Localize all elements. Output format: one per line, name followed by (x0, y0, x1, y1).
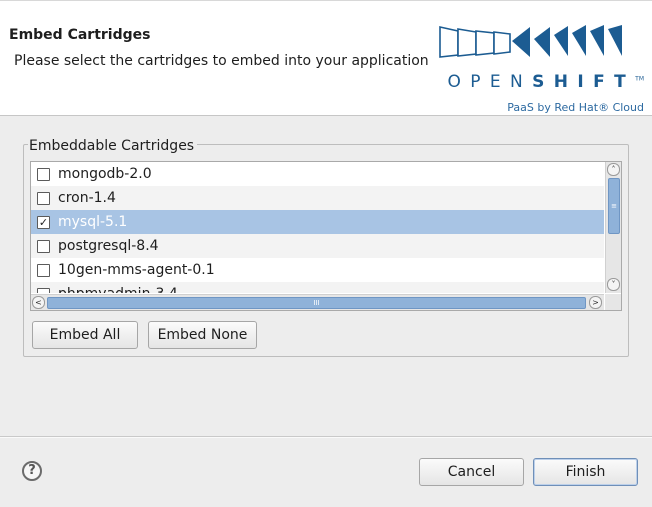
horizontal-scroll-thumb[interactable]: III (47, 297, 586, 309)
embed-all-button[interactable]: Embed All (32, 321, 138, 349)
scroll-right-icon[interactable]: > (589, 296, 602, 309)
cartridge-row[interactable]: cron-1.4 (31, 186, 604, 210)
scrollbar-corner (605, 294, 621, 310)
cartridge-row[interactable]: postgresql-8.4 (31, 234, 604, 258)
cartridge-checkbox[interactable] (37, 168, 50, 181)
cartridge-label: cron-1.4 (58, 190, 116, 206)
horizontal-scrollbar[interactable]: < III > (31, 294, 604, 310)
cartridge-rows: mongodb-2.0 cron-1.4 ✓ mysql-5.1 postgre… (31, 162, 604, 293)
cartridge-label: mongodb-2.0 (58, 166, 152, 182)
logo-word-open: OPEN (447, 72, 533, 92)
cancel-button[interactable]: Cancel (419, 458, 524, 486)
vertical-scrollbar[interactable]: ˄ ≡ ˅ (605, 162, 621, 293)
cartridge-checkbox[interactable] (37, 288, 50, 293)
cartridge-label: mysql-5.1 (58, 214, 128, 230)
cartridge-row-selected[interactable]: ✓ mysql-5.1 (31, 210, 604, 234)
cartridge-label: phpmyadmin-3.4 (58, 285, 178, 293)
logo-tagline: PaaS by Red Hat® Cloud (507, 101, 644, 114)
cartridge-checkbox-checked[interactable]: ✓ (37, 216, 50, 229)
vertical-scroll-thumb[interactable]: ≡ (608, 178, 620, 234)
openshift-logo: OPENSHIFTTM PaaS by Red Hat® Cloud (418, 23, 644, 117)
help-icon[interactable]: ? (22, 461, 42, 481)
logo-trademark: TM (635, 75, 644, 83)
scroll-up-icon[interactable]: ˄ (607, 163, 620, 176)
scroll-down-icon[interactable]: ˅ (607, 278, 620, 291)
cartridge-row[interactable]: mongodb-2.0 (31, 162, 604, 186)
cartridge-checkbox[interactable] (37, 264, 50, 277)
footer-divider-highlight (0, 437, 652, 438)
cartridge-label: postgresql-8.4 (58, 238, 159, 254)
scroll-left-icon[interactable]: < (32, 296, 45, 309)
logo-word-shift: SHIFT (532, 72, 636, 92)
cartridge-row[interactable]: phpmyadmin-3.4 (31, 282, 604, 293)
dialog-header: Embed Cartridges Please select the cartr… (0, 0, 652, 116)
dialog-title: Embed Cartridges (9, 27, 151, 43)
dialog-subtitle: Please select the cartridges to embed in… (14, 53, 429, 69)
embed-none-button[interactable]: Embed None (148, 321, 257, 349)
cartridge-list[interactable]: mongodb-2.0 cron-1.4 ✓ mysql-5.1 postgre… (30, 161, 622, 311)
cartridge-label: 10gen-mms-agent-0.1 (58, 262, 215, 278)
cartridge-checkbox[interactable] (37, 192, 50, 205)
finish-button[interactable]: Finish (533, 458, 638, 486)
cartridge-row[interactable]: 10gen-mms-agent-0.1 (31, 258, 604, 282)
cartridges-group-label: Embeddable Cartridges (28, 137, 198, 155)
cartridge-checkbox[interactable] (37, 240, 50, 253)
openshift-wordmark: OPENSHIFTTM (418, 72, 644, 92)
openshift-logo-icon (439, 25, 622, 58)
